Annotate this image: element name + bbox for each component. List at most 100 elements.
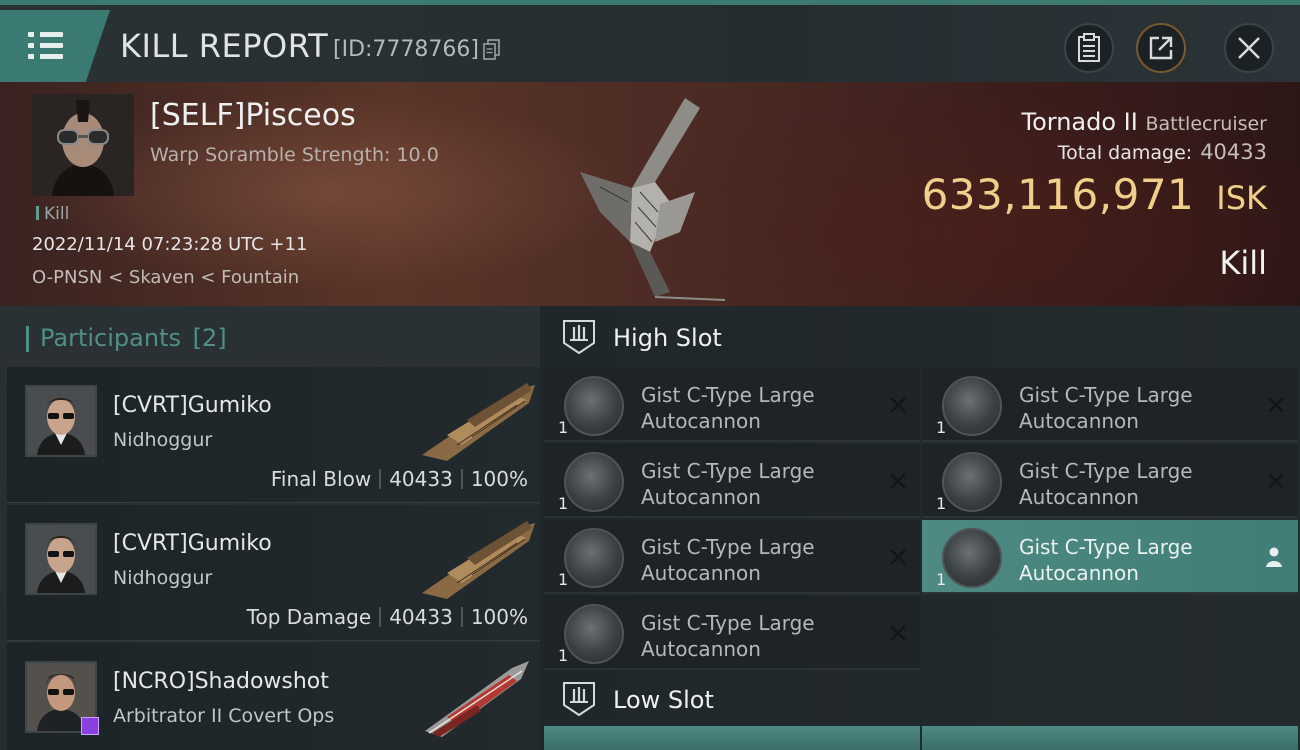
high-slot-header: High Slot [540, 306, 1300, 368]
kill-timestamp: 2022/11/14 07:23:28 UTC +11 [32, 234, 308, 255]
destroyed-icon [890, 473, 906, 489]
corporation-badge [81, 717, 99, 735]
destroyed-icon [1268, 473, 1284, 489]
participants-label: Participants [40, 324, 181, 352]
destroyed-icon [890, 397, 906, 413]
page-title: KILL REPORT [120, 27, 329, 65]
module-name: Gist C-Type Large Autocannon [641, 383, 815, 433]
pilot-icon [1266, 547, 1282, 567]
module-quantity: 1 [558, 646, 569, 665]
participant-row[interactable]: [NCRO]Shadowshot Arbitrator II Covert Op… [7, 643, 540, 750]
low-slot-label: Low Slot [613, 686, 714, 714]
module-quantity: 1 [936, 570, 947, 589]
participant-name: [NCRO]Shadowshot [113, 669, 329, 694]
victim-summary: [SELF]Pisceos Warp Soramble Strength: 10… [0, 82, 1300, 306]
module-slot-dropped[interactable]: 1 Gist C-Type Large Autocannon [922, 520, 1298, 594]
module-slot[interactable]: 1 Gist C-Type Large Autocannon [544, 368, 920, 442]
victim-detail: Warp Soramble Strength: 10.0 [150, 144, 439, 166]
module-quantity: 1 [558, 494, 569, 513]
participants-count: [2] [192, 324, 227, 352]
destroyed-icon [1268, 397, 1284, 413]
result-label: Kill [1219, 244, 1267, 282]
share-button[interactable] [1136, 23, 1186, 73]
participant-damage: 40433 [389, 467, 453, 491]
victim-portrait[interactable] [32, 94, 134, 196]
participant-row[interactable]: [CVRT]Gumiko Nidhoggur Top Damage 40433 10… [7, 505, 540, 641]
participant-role: Final Blow [270, 467, 372, 491]
total-damage-value: 40433 [1200, 140, 1267, 164]
module-slot[interactable]: 1 Gist C-Type Large Autocannon [544, 596, 920, 670]
participant-ship-image [422, 521, 535, 599]
module-quantity: 1 [936, 494, 947, 513]
low-slot-header: Low Slot [540, 668, 1300, 730]
low-slot-module[interactable] [544, 726, 920, 750]
clipboard-button[interactable] [1064, 23, 1114, 73]
total-damage: Total damage: 40433 [1058, 140, 1267, 164]
participant-name: [CVRT]Gumiko [113, 393, 272, 418]
isk-value: 633,116,971 [921, 170, 1195, 219]
module-name: Gist C-Type Large Autocannon [641, 459, 815, 509]
total-damage-label: Total damage: [1057, 142, 1193, 164]
participant-ship-image [425, 661, 529, 737]
participant-ship: Nidhoggur [113, 567, 213, 589]
participants-panel: Participants [2] [CVRT]Gumiko Nidhoggur … [0, 306, 540, 750]
participant-stats: Top Damage 40433 100% [247, 605, 528, 629]
participant-role: Top Damage [246, 605, 372, 629]
destroyed-icon [890, 549, 906, 565]
module-quantity: 1 [558, 418, 569, 437]
participant-damage: 40433 [389, 605, 453, 629]
clipboard-icon [1078, 33, 1100, 62]
kill-location[interactable]: O-PNSN < Skaven < Fountain [32, 267, 299, 288]
autocannon-icon [564, 452, 624, 512]
autocannon-icon [564, 528, 624, 588]
module-name: Gist C-Type Large Autocannon [641, 535, 815, 585]
autocannon-icon [564, 376, 624, 436]
destroyed-icon [890, 625, 906, 641]
participants-title: Participants [2] [26, 324, 227, 352]
module-slot[interactable]: 1 Gist C-Type Large Autocannon [544, 444, 920, 518]
low-slot-module[interactable] [922, 726, 1298, 750]
module-slot[interactable]: 1 Gist C-Type Large Autocannon [544, 520, 920, 594]
module-name: Gist C-Type Large Autocannon [1019, 459, 1193, 509]
result-tag: Kill [36, 204, 69, 224]
participant-percent: 100% [470, 605, 528, 629]
participant-ship: Arbitrator II Covert Ops [113, 705, 335, 727]
copy-icon[interactable] [483, 39, 501, 61]
victim-ship-image[interactable] [560, 92, 740, 302]
participant-row[interactable]: [CVRT]Gumiko Nidhoggur Final Blow 40433 10… [7, 367, 540, 503]
avatar [25, 385, 97, 457]
report-id: [ID:7778766] [333, 37, 479, 62]
low-slot-icon [563, 682, 595, 717]
high-slot-icon [563, 320, 595, 355]
participant-name: [CVRT]Gumiko [113, 531, 272, 556]
ship-name: Tornado II [1021, 108, 1138, 136]
module-quantity: 1 [558, 570, 569, 589]
close-icon [1238, 37, 1260, 59]
top-bar: KILL REPORT [ID:7778766] [0, 0, 1300, 82]
participant-ship: Nidhoggur [113, 429, 213, 451]
victim-ship-name[interactable]: Tornado II Battlecruiser [1021, 108, 1267, 136]
participant-ship-image [422, 383, 535, 461]
module-slot[interactable]: 1 Gist C-Type Large Autocannon [922, 368, 1298, 442]
high-slot-label: High Slot [613, 324, 722, 352]
autocannon-icon [942, 452, 1002, 512]
autocannon-icon [942, 376, 1002, 436]
ship-class: Battlecruiser [1145, 113, 1267, 135]
autocannon-icon [564, 604, 624, 664]
participant-percent: 100% [470, 467, 528, 491]
module-name: Gist C-Type Large Autocannon [641, 611, 815, 661]
isk-unit: ISK [1216, 179, 1267, 217]
module-name: Gist C-Type Large Autocannon [1019, 535, 1193, 585]
module-name: Gist C-Type Large Autocannon [1019, 383, 1193, 433]
module-slot[interactable]: 1 Gist C-Type Large Autocannon [922, 444, 1298, 518]
module-quantity: 1 [936, 418, 947, 437]
autocannon-icon [942, 528, 1002, 588]
victim-name[interactable]: [SELF]Pisceos [150, 98, 356, 133]
close-button[interactable] [1224, 23, 1274, 73]
share-icon [1149, 36, 1173, 60]
menu-button[interactable] [0, 10, 110, 82]
isk-value-line: 633,116,971 ISK [922, 170, 1267, 219]
avatar [25, 523, 97, 595]
fitting-panel: High Slot 1 Gist C-Type Large Autocannon … [540, 306, 1300, 750]
participant-stats: Final Blow 40433 100% [271, 467, 528, 491]
